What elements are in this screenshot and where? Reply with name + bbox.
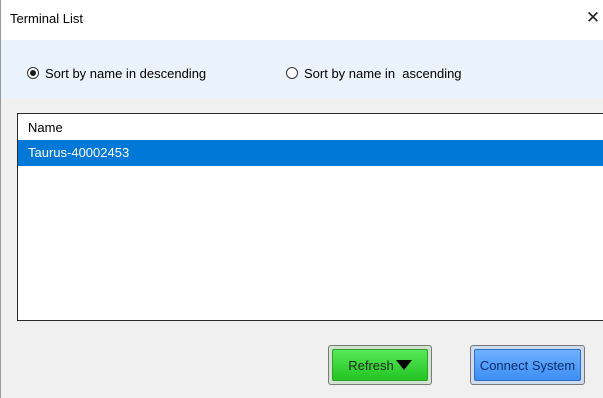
close-icon[interactable]: ✕: [583, 8, 603, 28]
sort-options-panel: Sort by name in descending Sort by name …: [1, 40, 603, 99]
column-header-name[interactable]: Name: [28, 120, 63, 135]
sort-descending-label: Sort by name in descending: [45, 65, 207, 81]
window-title: Terminal List: [10, 11, 83, 26]
connect-system-button-face[interactable]: Connect System: [474, 349, 581, 381]
connect-system-label: Connect System: [479, 357, 576, 373]
sort-ascending-radio[interactable]: Sort by name in ascending: [286, 65, 462, 81]
sort-descending-radio[interactable]: Sort by name in descending: [27, 65, 206, 81]
terminal-list[interactable]: Name Taurus-40002453: [17, 113, 603, 321]
radio-unchecked-icon[interactable]: [286, 67, 298, 79]
refresh-button[interactable]: Refresh: [328, 345, 432, 385]
list-item[interactable]: Taurus-40002453: [18, 140, 603, 166]
sort-ascending-label: Sort by name in ascending: [304, 65, 462, 81]
refresh-button-face[interactable]: Refresh: [332, 349, 428, 381]
title-bar: Terminal List ✕: [1, 0, 603, 40]
terminal-name: Taurus-40002453: [28, 145, 130, 160]
terminal-list-dialog: Terminal List ✕ Sort by name in descendi…: [0, 0, 603, 398]
connect-system-button[interactable]: Connect System: [470, 345, 585, 385]
radio-checked-icon[interactable]: [27, 67, 39, 79]
refresh-button-label: Refresh: [348, 357, 394, 373]
triangle-down-icon: [395, 360, 412, 370]
list-header: Name: [18, 114, 603, 141]
